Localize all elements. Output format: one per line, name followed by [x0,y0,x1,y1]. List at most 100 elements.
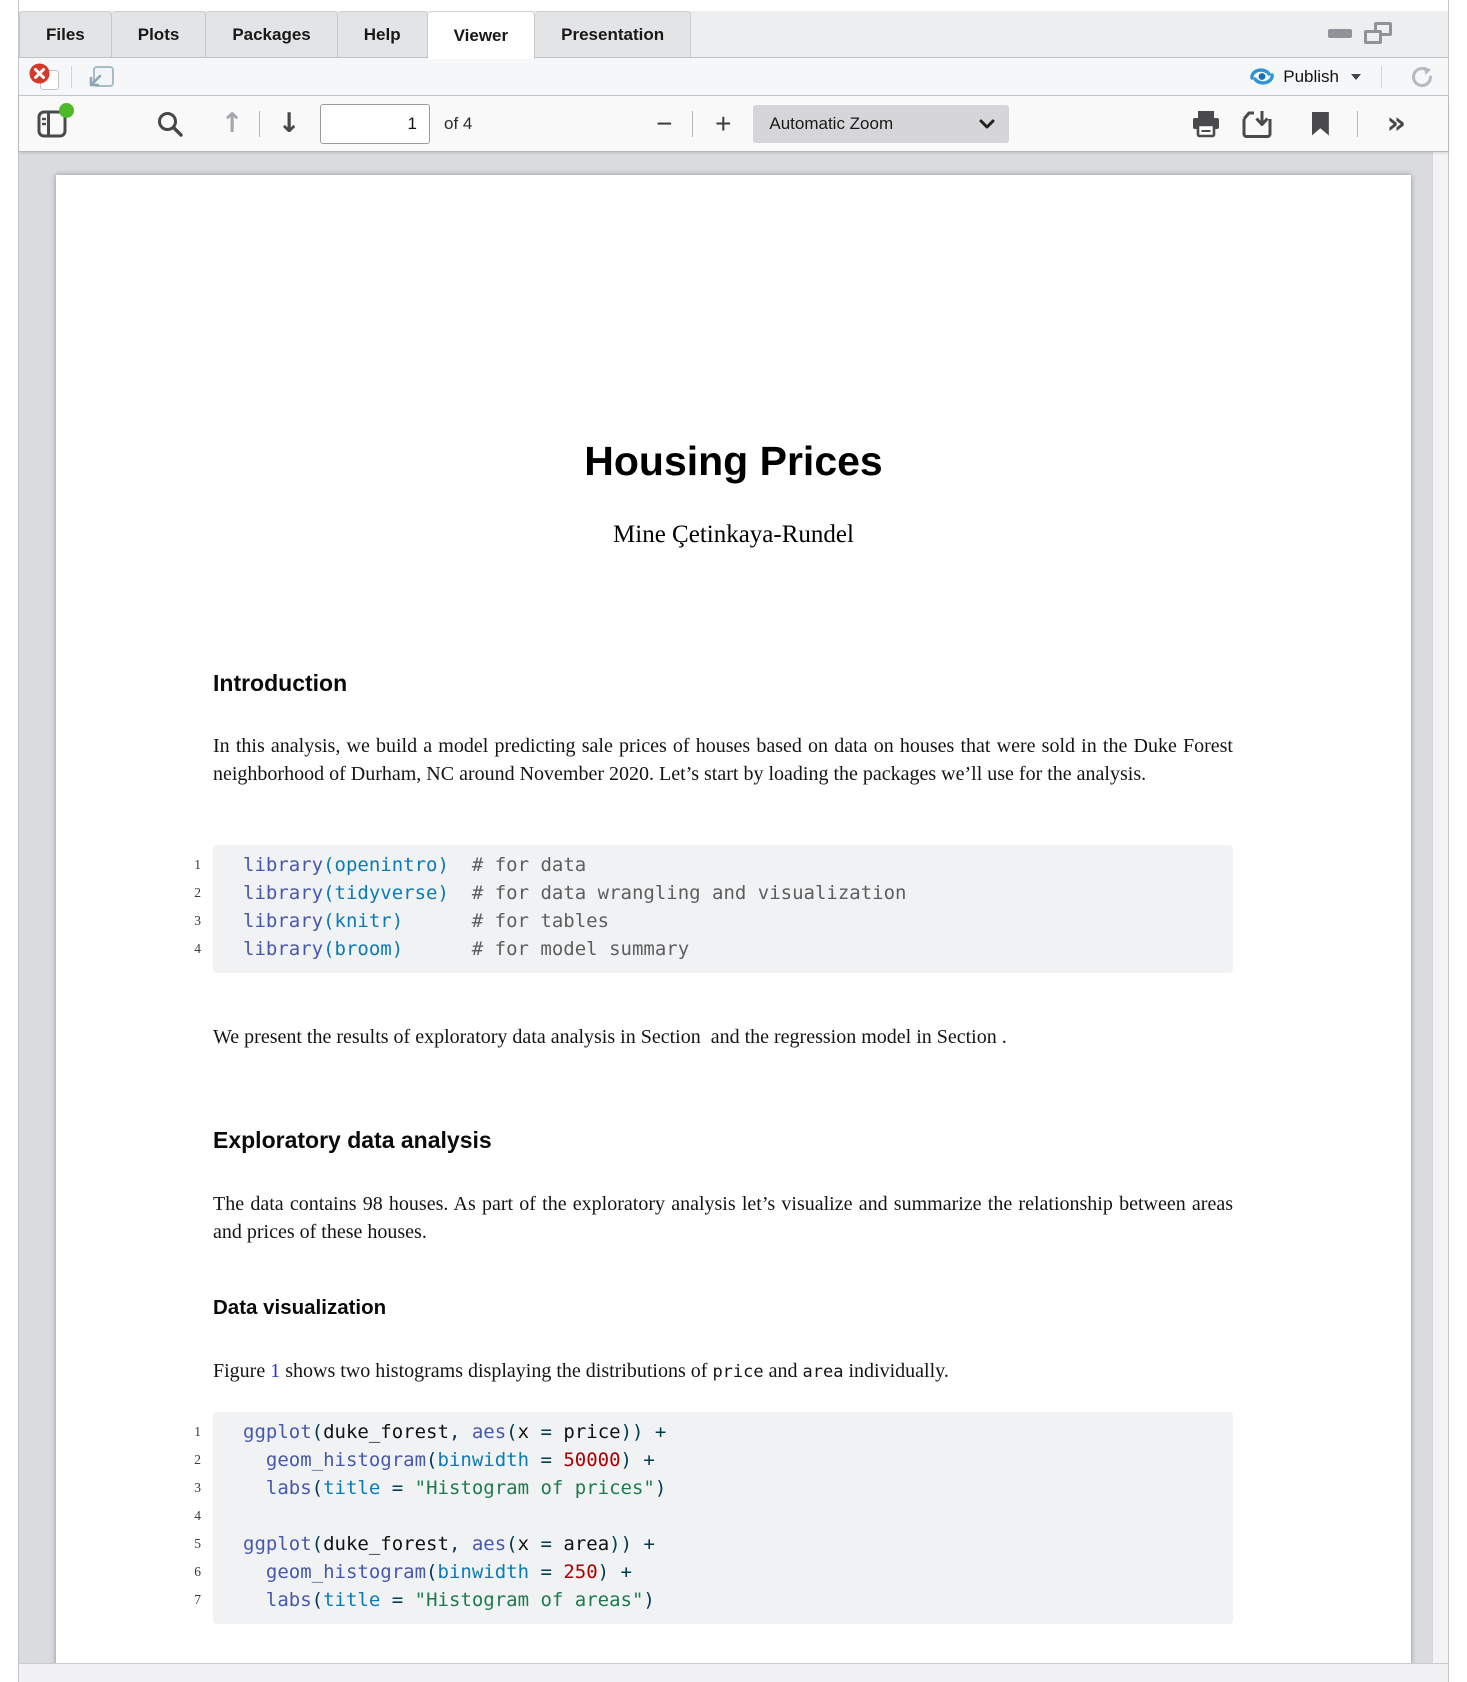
page-count-label: of 4 [444,114,472,134]
document-title: Housing Prices [56,438,1411,485]
toolbar-more-tools-button[interactable]: » [1376,107,1414,141]
page-number-input[interactable] [320,104,430,144]
code-line: 7 labs(title = "Histogram of areas") [161,1586,1233,1614]
arrow-up-icon: ↑ [221,110,244,137]
code-block-libraries: 1library(openintro) # for data2library(t… [161,845,1233,973]
stop-icon [29,63,50,84]
zoom-out-button[interactable]: − [648,107,680,141]
line-number: 2 [161,885,201,901]
zoom-in-button[interactable]: + [707,107,739,141]
viewer-toolbar: Publish [19,58,1448,96]
divider [1381,66,1382,88]
refresh-icon [1408,63,1436,91]
search-icon [155,109,185,139]
pdf-viewport: Housing Prices Mine Çetinkaya-Rundel Int… [19,152,1448,1663]
tab-help-label: Help [364,25,401,45]
code-line: 5ggplot(duke_forest, aes(x = area)) + [161,1530,1233,1558]
notification-dot [59,103,74,118]
print-button[interactable] [1189,107,1223,141]
maximize-pane-icon[interactable] [1364,22,1392,44]
code-text: ggplot(duke_forest, aes(x = area)) + [201,1533,655,1555]
eda-paragraph: The data contains 98 houses. As part of … [213,1190,1233,1246]
tab-files[interactable]: Files [19,11,112,57]
code-line: 6 geom_histogram(binwidth = 250) + [161,1558,1233,1586]
sidebar-toggle-button[interactable] [35,107,69,141]
tab-viewer-label: Viewer [454,26,509,46]
maximize-front-square [1364,30,1382,44]
inline-code-area: area [803,1362,844,1382]
horizontal-scrollbar[interactable] [19,1663,1448,1682]
code-line: 4library(broom) # for model summary [161,935,1233,963]
code-text: library(broom) # for model summary [201,938,689,960]
tab-plots[interactable]: Plots [112,11,207,57]
code-line: 2 geom_histogram(binwidth = 50000) + [161,1446,1233,1474]
heading-exploratory-data-analysis: Exploratory data analysis [213,1127,492,1154]
pane-window-controls [1328,22,1392,44]
previous-page-button[interactable]: ↑ [217,107,247,141]
code-line: 2library(tidyverse) # for data wrangling… [161,879,1233,907]
line-number: 7 [161,1592,201,1608]
line-number: 1 [161,857,201,873]
heading-data-visualization: Data visualization [213,1296,386,1320]
bookmark-button[interactable] [1309,107,1331,141]
line-number: 6 [161,1564,201,1580]
code-text: labs(title = "Histogram of areas") [201,1589,655,1611]
figure-sentence-post: individually. [843,1360,948,1382]
code-text: library(knitr) # for tables [201,910,609,932]
zoom-level-select[interactable]: Automatic Zoom [753,105,1009,143]
code-text: library(openintro) # for data [201,854,586,876]
code-text: geom_histogram(binwidth = 250) + [201,1561,632,1583]
code-lines-libraries: 1library(openintro) # for data2library(t… [161,851,1233,963]
download-icon [1241,109,1273,139]
code-lines-histograms: 1ggplot(duke_forest, aes(x = price)) +2 … [161,1418,1233,1614]
bookmark-icon [1312,112,1329,136]
heading-introduction: Introduction [213,670,347,697]
publish-button[interactable]: Publish [1245,65,1365,89]
open-in-new-window-icon [86,64,116,90]
tab-presentation[interactable]: Presentation [535,11,691,57]
line-number: 3 [161,1480,201,1496]
tab-plots-label: Plots [138,25,180,45]
figure-1-link[interactable]: 1 [270,1360,280,1382]
refresh-button[interactable] [1408,63,1436,91]
line-number: 4 [161,941,201,957]
document-author: Mine Çetinkaya-Rundel [56,521,1411,549]
inline-code-price: price [712,1362,763,1382]
next-page-button[interactable]: ↓ [274,107,304,141]
code-line: 1library(openintro) # for data [161,851,1233,879]
publish-icon [1249,67,1275,86]
tab-files-label: Files [46,25,85,45]
tab-help[interactable]: Help [338,11,428,57]
figure-sentence-mid: shows two histograms displaying the dist… [280,1360,712,1382]
vertical-scrollbar[interactable] [1432,152,1448,1663]
search-button[interactable] [153,107,187,141]
viewer-pane: Files Plots Packages Help Viewer Present… [18,0,1449,1682]
arrow-down-icon: ↓ [278,110,301,137]
chevron-down-icon [979,119,995,129]
code-line: 1ggplot(duke_forest, aes(x = price)) + [161,1418,1233,1446]
intro-paragraph: In this analysis, we build a model predi… [213,732,1233,788]
zoom-level-label: Automatic Zoom [769,114,893,134]
open-in-new-window-button[interactable] [86,64,116,90]
line-number: 4 [161,1508,201,1524]
code-line: 3library(knitr) # for tables [161,907,1233,935]
present-paragraph: We present the results of exploratory da… [213,1023,1233,1051]
code-text: geom_histogram(binwidth = 50000) + [201,1449,655,1471]
tab-packages[interactable]: Packages [206,11,337,57]
code-line: 4 [161,1502,1233,1530]
print-icon [1191,110,1221,138]
line-number: 3 [161,913,201,929]
tab-viewer[interactable]: Viewer [428,11,536,59]
stop-button[interactable] [29,63,61,91]
pdf-toolbar: ↑ ↓ of 4 − + Automatic Zoom [19,96,1448,152]
publish-label: Publish [1283,67,1339,87]
code-line: 3 labs(title = "Histogram of prices") [161,1474,1233,1502]
divider [71,66,72,88]
figure-sentence-mid2: and [764,1360,803,1382]
divider [259,111,260,137]
download-button[interactable] [1239,107,1275,141]
minimize-pane-icon[interactable] [1328,29,1352,38]
pane-tab-bar: Files Plots Packages Help Viewer Present… [19,0,1448,58]
figure-sentence-pre: Figure [213,1360,270,1382]
code-block-histograms: 1ggplot(duke_forest, aes(x = price)) +2 … [161,1412,1233,1624]
